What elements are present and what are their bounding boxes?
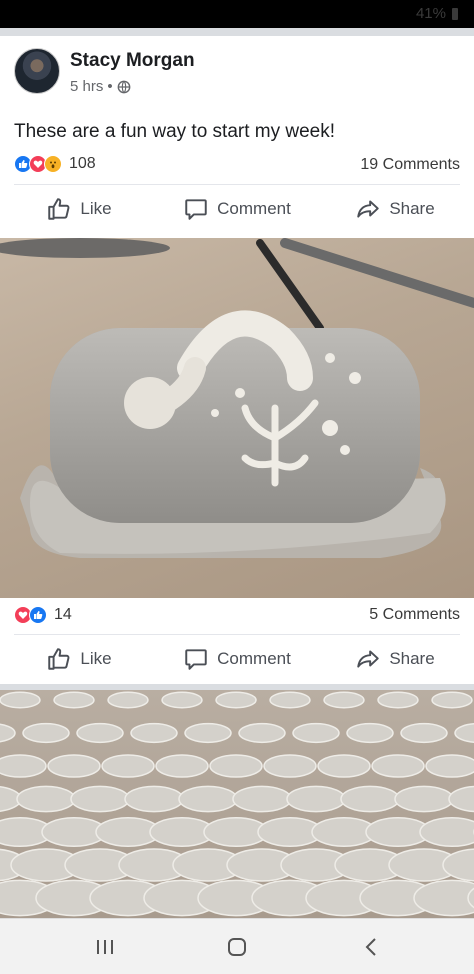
comment-label: Comment (217, 199, 291, 218)
photo-artwork (0, 238, 474, 558)
comment-label: Comment (217, 649, 291, 668)
battery-percentage: 41% (415, 5, 446, 22)
share-arrow-icon (357, 200, 380, 218)
ceramic-dish (454, 723, 474, 743)
home-icon[interactable] (222, 933, 252, 961)
meta-separator: • (107, 78, 113, 95)
ceramic-dish (448, 785, 474, 813)
ceramic-dish (232, 785, 292, 813)
photo-artwork (0, 691, 474, 917)
post-photo-butter-dish[interactable] (0, 238, 474, 598)
ceramic-dish (425, 754, 474, 778)
ceramic-dish (269, 691, 311, 709)
divider (14, 184, 460, 185)
comment-button[interactable]: Comment (158, 639, 316, 679)
like-button[interactable]: Like (0, 189, 158, 229)
share-label: Share (389, 199, 435, 218)
divider (14, 634, 460, 635)
ceramic-dish (130, 722, 178, 744)
ceramic-dish (0, 754, 47, 778)
reaction-count-2: 14 (54, 606, 72, 623)
ceramic-dish (184, 722, 232, 744)
thumbs-up-icon (48, 198, 70, 220)
ceramic-dish (124, 785, 184, 813)
post-photo-ceramic-dishes[interactable] (0, 690, 474, 918)
ceramic-dish (317, 754, 371, 778)
ceramic-dish (0, 723, 16, 743)
comments-count[interactable]: 19 Comments (360, 156, 460, 174)
ceramic-dish (394, 785, 454, 813)
ceramic-dish (76, 722, 124, 744)
post-actions: Like Comment Share (0, 189, 474, 229)
post-time[interactable]: 5 hrs (70, 78, 103, 95)
ceramic-dish (263, 754, 317, 778)
ceramic-dish (178, 785, 238, 813)
comments-count-2[interactable]: 5 Comments (369, 606, 460, 624)
like-label: Like (80, 199, 112, 218)
ceramic-dish (107, 691, 149, 709)
battery-icon (452, 8, 458, 20)
like-label: Like (80, 649, 112, 668)
ceramic-dish (377, 691, 419, 709)
share-button[interactable]: Share (316, 639, 474, 679)
author-name[interactable]: Stacy Morgan (70, 50, 195, 72)
ceramic-dish (0, 691, 41, 709)
globe-icon (117, 80, 131, 93)
speech-bubble-icon (185, 199, 207, 220)
navigation-bar (0, 918, 474, 974)
post-text: These are a fun way to start my week! (14, 121, 336, 142)
ceramic-dish (161, 691, 203, 709)
ceramic-dish (346, 722, 394, 744)
share-label: Share (389, 649, 435, 668)
wow-reaction-icon (44, 155, 62, 173)
avatar[interactable] (14, 48, 60, 94)
like-reaction-icon (29, 606, 47, 624)
ceramic-dish (419, 816, 474, 848)
ceramic-dish (400, 722, 448, 744)
ceramic-dish (155, 754, 209, 778)
ceramic-dish (22, 722, 70, 744)
ceramic-dish (431, 691, 473, 709)
ceramic-dish (70, 785, 130, 813)
post-actions-2: Like Comment Share (0, 639, 474, 679)
ceramic-dish (101, 754, 155, 778)
ceramic-dish (292, 722, 340, 744)
share-arrow-icon (357, 650, 380, 668)
post-meta: 5 hrs • (70, 78, 131, 95)
speech-bubble-icon (185, 649, 207, 670)
ceramic-dish (47, 754, 101, 778)
ceramic-dish (16, 785, 76, 813)
ceramic-dish (371, 754, 425, 778)
recent-apps-icon[interactable] (90, 933, 120, 961)
feed-separator (0, 28, 474, 36)
comment-button[interactable]: Comment (158, 189, 316, 229)
ceramic-dish (209, 754, 263, 778)
ceramic-dish (53, 691, 95, 709)
ceramic-dish (215, 691, 257, 709)
thumbs-up-icon (48, 648, 70, 670)
like-button[interactable]: Like (0, 639, 158, 679)
ceramic-dish (286, 785, 346, 813)
reaction-summary-2[interactable]: 14 (14, 606, 72, 624)
reaction-count: 108 (69, 155, 96, 172)
ceramic-dish (323, 691, 365, 709)
share-button[interactable]: Share (316, 189, 474, 229)
ceramic-dish (238, 722, 286, 744)
reaction-summary[interactable]: 108 (14, 155, 96, 173)
ceramic-dish (340, 785, 400, 813)
back-icon[interactable] (356, 933, 386, 961)
status-bar: 41% (0, 0, 474, 28)
